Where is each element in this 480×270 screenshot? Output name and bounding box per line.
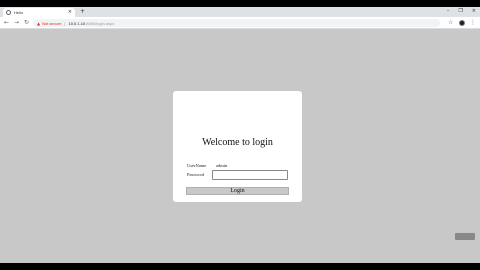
address-bar[interactable]: ▲ Not secure | 10.0.1.10:8080/login.aspx xyxy=(33,19,440,27)
forward-icon[interactable]: → xyxy=(14,19,19,27)
browser-window: Hello × + – ❐ × ← → ↻ ▲ Not secure | 10.… xyxy=(0,7,480,263)
password-field[interactable] xyxy=(212,170,288,180)
back-icon[interactable]: ← xyxy=(4,19,9,27)
new-tab-button[interactable]: + xyxy=(80,8,85,16)
menu-kebab-icon[interactable]: ⋮ xyxy=(470,19,476,27)
login-title: Welcome to login xyxy=(202,137,273,148)
tab-title: Hello xyxy=(14,10,24,15)
restore-icon[interactable]: ❐ xyxy=(458,8,462,15)
reload-icon[interactable]: ↻ xyxy=(24,19,29,27)
login-button[interactable]: Login xyxy=(186,187,289,195)
tab-close-icon[interactable]: × xyxy=(68,10,72,15)
address-separator: | xyxy=(64,20,66,26)
window-controls: – ❐ × xyxy=(447,8,476,15)
browser-toolbar: ← → ↻ ▲ Not secure | 10.0.1.10:8080/logi… xyxy=(0,17,480,29)
tab-strip: Hello × + – ❐ × xyxy=(0,7,480,17)
url-text: 10.0.1.10:8080/login.aspx xyxy=(68,21,114,26)
close-window-icon[interactable]: × xyxy=(472,8,476,15)
profile-avatar-icon[interactable] xyxy=(459,20,465,26)
browser-tab[interactable]: Hello × xyxy=(3,8,75,17)
login-card: Welcome to login UserName admin Password… xyxy=(173,91,302,202)
warning-triangle-icon: ▲ xyxy=(37,20,41,26)
bookmark-star-icon[interactable]: ☆ xyxy=(448,19,453,27)
username-label: UserName xyxy=(187,163,207,168)
page-content: Welcome to login UserName admin Password… xyxy=(0,30,480,263)
url-host: 10.0.1.10 xyxy=(68,20,86,26)
password-label: Password xyxy=(187,172,205,177)
url-path: :8080/login.aspx xyxy=(85,20,115,26)
security-label[interactable]: Not secure xyxy=(42,21,61,26)
globe-icon xyxy=(6,10,11,15)
corner-overlay xyxy=(455,233,475,240)
minimize-icon[interactable]: – xyxy=(447,8,450,15)
